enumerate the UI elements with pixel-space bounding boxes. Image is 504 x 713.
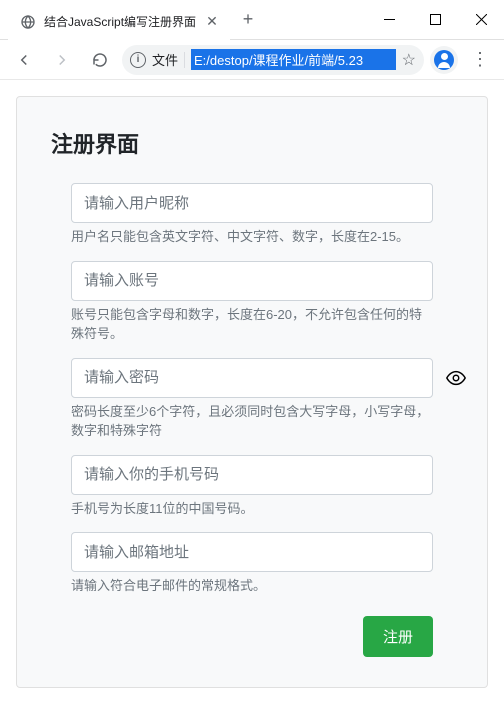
toggle-password-visibility[interactable] xyxy=(445,367,467,389)
nickname-hint: 用户名只能包含英文字符、中文字符、数字，长度在2-15。 xyxy=(71,227,433,247)
password-hint: 密码长度至少6个字符，且必须同时包含大写字母，小写字母，数字和特殊字符 xyxy=(71,402,433,441)
browser-toolbar: i 文件 E:/destop/课程作业/前端/5.23 ☆ ⋮ xyxy=(0,40,504,80)
account-input[interactable] xyxy=(71,261,433,301)
nickname-group: 用户名只能包含英文字符、中文字符、数字，长度在2-15。 xyxy=(51,183,453,247)
page-content: 注册界面 用户名只能包含英文字符、中文字符、数字，长度在2-15。 账号只能包含… xyxy=(0,80,504,704)
phone-hint: 手机号为长度11位的中国号码。 xyxy=(71,499,433,519)
close-window-button[interactable] xyxy=(458,0,504,39)
address-scheme-label: 文件 xyxy=(152,50,178,69)
password-input[interactable] xyxy=(71,358,433,398)
address-separator xyxy=(184,52,185,68)
nickname-input[interactable] xyxy=(71,183,433,223)
address-bar[interactable]: i 文件 E:/destop/课程作业/前端/5.23 ☆ xyxy=(122,45,424,75)
email-hint: 请输入符合电子邮件的常规格式。 xyxy=(71,576,433,596)
back-button[interactable] xyxy=(8,44,40,76)
tab-title: 结合JavaScript编写注册界面 xyxy=(44,13,196,30)
page-title: 注册界面 xyxy=(51,127,453,159)
reload-button[interactable] xyxy=(84,44,116,76)
registration-card: 注册界面 用户名只能包含英文字符、中文字符、数字，长度在2-15。 账号只能包含… xyxy=(16,96,488,688)
forward-button[interactable] xyxy=(46,44,78,76)
address-url: E:/destop/课程作业/前端/5.23 xyxy=(191,49,396,70)
email-input[interactable] xyxy=(71,532,433,572)
browser-tab[interactable]: 结合JavaScript编写注册界面 ✕ xyxy=(8,4,230,40)
phone-input[interactable] xyxy=(71,455,433,495)
submit-button[interactable]: 注册 xyxy=(363,616,433,657)
account-group: 账号只能包含字母和数字，长度在6-20，不允许包含任何的特殊符号。 xyxy=(51,261,453,344)
eye-icon xyxy=(445,367,467,389)
bookmark-star-icon[interactable]: ☆ xyxy=(402,50,416,70)
window-controls xyxy=(366,0,504,39)
globe-icon xyxy=(20,14,36,30)
phone-group: 手机号为长度11位的中国号码。 xyxy=(51,455,453,519)
maximize-button[interactable] xyxy=(412,0,458,39)
menu-button[interactable]: ⋮ xyxy=(464,49,496,70)
close-tab-icon[interactable]: ✕ xyxy=(204,14,220,30)
email-group: 请输入符合电子邮件的常规格式。 xyxy=(51,532,453,596)
site-info-icon[interactable]: i xyxy=(130,52,146,68)
account-hint: 账号只能包含字母和数字，长度在6-20，不允许包含任何的特殊符号。 xyxy=(71,305,433,344)
avatar-icon xyxy=(434,50,454,70)
profile-avatar[interactable] xyxy=(430,46,458,74)
new-tab-button[interactable]: + xyxy=(234,6,262,34)
window-titlebar: 结合JavaScript编写注册界面 ✕ + xyxy=(0,0,504,40)
form-footer: 注册 xyxy=(51,616,453,657)
minimize-button[interactable] xyxy=(366,0,412,39)
password-group: 密码长度至少6个字符，且必须同时包含大写字母，小写字母，数字和特殊字符 xyxy=(51,358,453,441)
